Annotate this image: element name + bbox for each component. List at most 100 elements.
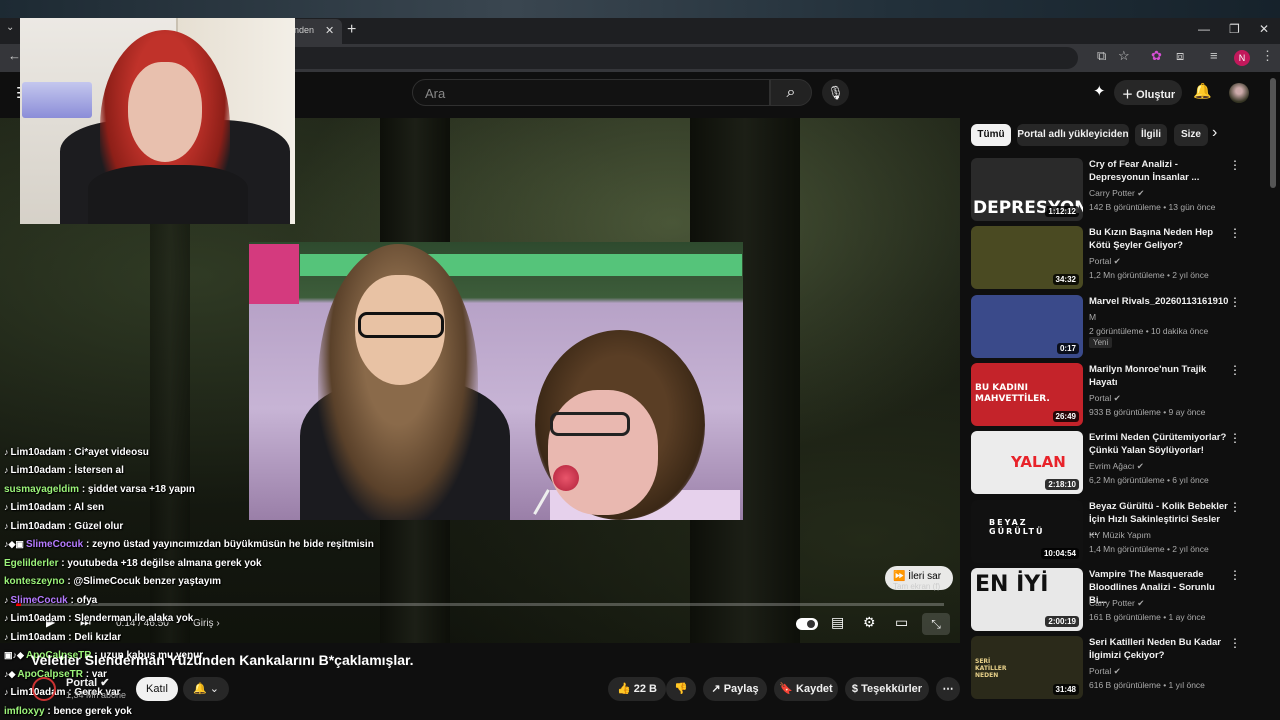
more-options-icon[interactable]: ⋮ xyxy=(1229,158,1241,172)
extension-icon[interactable]: ✿ xyxy=(1151,48,1162,64)
media-control-icon[interactable]: ≡ xyxy=(1210,48,1218,63)
like-button[interactable]: 👍 22 B xyxy=(608,677,666,701)
recommendation-thumbnail[interactable]: YALAN 2:18:10 xyxy=(971,431,1083,495)
thumbnail-text: SERİ KATİLLER NEDEN xyxy=(975,658,1007,680)
chat-message: ♪ Lim10adam : Al sen xyxy=(4,502,104,513)
exit-fullscreen-button[interactable]: ⤡ xyxy=(922,613,950,635)
notifications-bell-icon[interactable]: 🔔 xyxy=(1193,82,1212,100)
more-options-icon[interactable]: ⋮ xyxy=(1229,226,1241,240)
more-options-icon[interactable]: ⋮ xyxy=(1229,363,1241,377)
channel-avatar[interactable] xyxy=(32,677,56,701)
chips-next-icon[interactable]: › xyxy=(1212,124,1217,142)
chat-text: : ofya xyxy=(67,594,98,606)
page-scrollbar[interactable] xyxy=(1270,78,1276,188)
recommendation-channel-name: KY Müzik Yapım xyxy=(1089,529,1151,540)
chat-username[interactable]: Egelilderler xyxy=(4,558,58,569)
recommendation-item[interactable]: 0:17 Marvel Rivals_20260113161910 M 2 görün… xyxy=(971,294,1251,359)
recommendation-channel[interactable]: M xyxy=(1089,312,1096,322)
browser-profile-avatar[interactable]: N xyxy=(1234,50,1250,66)
more-actions-button[interactable]: ⋯ xyxy=(936,677,960,701)
recommendation-item[interactable]: 34:32 Bu Kızın Başına Neden Hep Kötü Şeyl… xyxy=(971,226,1251,290)
recommendation-meta: 1,2 Mn görüntüleme • 2 yıl önce xyxy=(1089,270,1209,281)
recommendation-thumbnail[interactable]: 34:32 xyxy=(971,226,1083,290)
more-options-icon[interactable]: ⋮ xyxy=(1229,500,1241,514)
chat-username[interactable]: Lim10adam xyxy=(11,613,66,624)
recommendation-channel[interactable]: Carry Potter ✔ xyxy=(1089,188,1144,199)
bookmark-star-icon[interactable]: ☆ xyxy=(1118,48,1130,64)
recommendation-title[interactable]: Evrimi Neden Çürütemiyorlar? Çünkü Yalan… xyxy=(1089,431,1229,457)
filter-chip[interactable]: Portal adlı yükleyiciden xyxy=(1017,124,1129,146)
recommendation-item[interactable]: BU KADINI MAHVETTİLER. 26:49 Marilyn Monro… xyxy=(971,362,1251,427)
recommendation-channel[interactable]: Evrim Ağacı ✔ xyxy=(1089,461,1144,472)
recommendation-channel[interactable]: Portal ✔ xyxy=(1089,393,1121,404)
create-button[interactable]: ＋ Oluştur xyxy=(1114,80,1182,105)
recommendation-item[interactable]: YALAN 2:18:10 Evrimi Neden Çürütemiyorlar?… xyxy=(971,431,1251,495)
close-window-icon[interactable]: ✕ xyxy=(1259,22,1269,36)
recommendation-title[interactable]: Cry of Fear Analizi - Depresyonun İnsanl… xyxy=(1089,158,1229,184)
recommendation-channel[interactable]: Portal ✔ xyxy=(1089,256,1121,267)
thanks-button[interactable]: $ Teşekkürler xyxy=(845,677,929,701)
account-avatar[interactable] xyxy=(1229,83,1249,103)
recommendation-item[interactable]: BEYAZ GÜRÜLTÜ 10:04:54 Beyaz Gürültü - Kol… xyxy=(971,499,1251,564)
subscribe-bell-button[interactable]: 🔔 ⌄ xyxy=(183,677,229,701)
recommendation-meta: 6,2 Mn görüntüleme • 6 yıl önce xyxy=(1089,475,1209,486)
chat-username[interactable]: SlimeCocuk xyxy=(11,595,68,606)
recommendation-thumbnail[interactable]: BU KADINI MAHVETTİLER. 26:49 xyxy=(971,362,1083,426)
recommendation-title[interactable]: Bu Kızın Başına Neden Hep Kötü Şeyler Ge… xyxy=(1089,226,1229,252)
settings-gear-icon[interactable]: ⚙ xyxy=(863,614,876,631)
miniplayer-icon[interactable]: ▭ xyxy=(895,614,908,631)
chat-username[interactable]: susmayageldim xyxy=(4,484,79,495)
voice-search-button[interactable]: 🎙 xyxy=(822,79,849,106)
recommendation-channel[interactable]: KY Müzik Yapım xyxy=(1089,530,1151,540)
chevron-down-icon: ⌄ xyxy=(209,683,219,695)
close-tab-icon[interactable]: ✕ xyxy=(325,24,334,37)
filter-chip[interactable]: İlgili xyxy=(1135,124,1167,146)
browser-menu-icon[interactable]: ⋮ xyxy=(1261,48,1274,64)
chat-username[interactable]: konteszeyno xyxy=(4,576,65,587)
recommendation-item[interactable]: DEPRESYON 1:12:12 Cry of Fear Analizi - De… xyxy=(971,158,1251,222)
dislike-button[interactable]: 👎 xyxy=(666,677,696,701)
recommendation-thumbnail[interactable]: BEYAZ GÜRÜLTÜ 10:04:54 xyxy=(971,499,1083,563)
chat-username[interactable]: SlimeCocuk xyxy=(26,539,83,550)
share-button[interactable]: ↗ Paylaş xyxy=(703,677,767,701)
chat-username[interactable]: Lim10adam xyxy=(11,502,66,513)
recommendation-channel[interactable]: Carry Potter ✔ xyxy=(1089,598,1144,609)
recommendation-thumbnail[interactable]: 0:17 xyxy=(971,294,1083,358)
join-button[interactable]: Katıl xyxy=(136,677,178,701)
install-app-icon[interactable]: ⧉ xyxy=(1097,48,1106,64)
recommendation-title[interactable]: Marilyn Monroe'nun Trajik Hayatı xyxy=(1089,363,1229,389)
filter-chip[interactable]: Tümü xyxy=(971,124,1011,146)
minimize-icon[interactable]: — xyxy=(1198,22,1210,36)
channel-name[interactable]: Portal ✔ xyxy=(66,676,109,689)
save-button[interactable]: 🔖 Kaydet xyxy=(774,677,838,701)
chat-username[interactable]: Lim10adam xyxy=(11,465,66,476)
recommendation-title[interactable]: Seri Katilleri Neden Bu Kadar İlgimizi Ç… xyxy=(1089,636,1229,662)
chat-username[interactable]: Lim10adam xyxy=(11,632,66,643)
recommendation-item[interactable]: EN İYİ 2:00:19 Vampire The Masquerade Bloo… xyxy=(971,567,1251,632)
more-options-icon[interactable]: ⋮ xyxy=(1229,568,1241,582)
gemini-sparkle-icon[interactable]: ✦ xyxy=(1093,82,1106,100)
tab-list-chevron-icon[interactable]: ⌄ xyxy=(6,22,14,33)
recommendation-thumbnail[interactable]: SERİ KATİLLER NEDEN 31:48 xyxy=(971,636,1083,700)
chat-username[interactable]: Lim10adam xyxy=(11,521,66,532)
recommendation-thumbnail[interactable]: DEPRESYON 1:12:12 xyxy=(971,158,1083,221)
recommendation-thumbnail[interactable]: EN İYİ 2:00:19 xyxy=(971,567,1083,631)
maximize-icon[interactable]: ❐ xyxy=(1229,22,1240,36)
more-options-icon[interactable]: ⋮ xyxy=(1229,295,1241,309)
chat-username[interactable]: Lim10adam xyxy=(11,447,66,458)
filter-chip[interactable]: Size xyxy=(1174,124,1208,146)
more-options-icon[interactable]: ⋮ xyxy=(1229,431,1241,445)
recommendation-item[interactable]: SERİ KATİLLER NEDEN 31:48 Seri Katilleri N… xyxy=(971,636,1251,700)
photo-glasses-right xyxy=(550,412,630,436)
recommendation-channel-name: M xyxy=(1089,311,1097,322)
new-tab-icon[interactable]: + xyxy=(347,21,356,39)
more-options-icon[interactable]: ⋮ xyxy=(1229,636,1241,650)
recommendation-channel[interactable]: Portal ✔ xyxy=(1089,666,1121,677)
subtitles-icon[interactable]: ▤ xyxy=(831,614,844,631)
chat-message: Egelilderler : youtubeda +18 değilse alm… xyxy=(4,558,262,569)
chat-username[interactable]: imfloxyy xyxy=(4,706,45,717)
search-button[interactable]: ⌕ xyxy=(770,79,812,106)
extensions-puzzle-icon[interactable]: ⧈ xyxy=(1176,48,1184,64)
search-input[interactable]: Ara xyxy=(412,79,770,106)
recommendation-title[interactable]: Marvel Rivals_20260113161910 xyxy=(1089,295,1229,308)
